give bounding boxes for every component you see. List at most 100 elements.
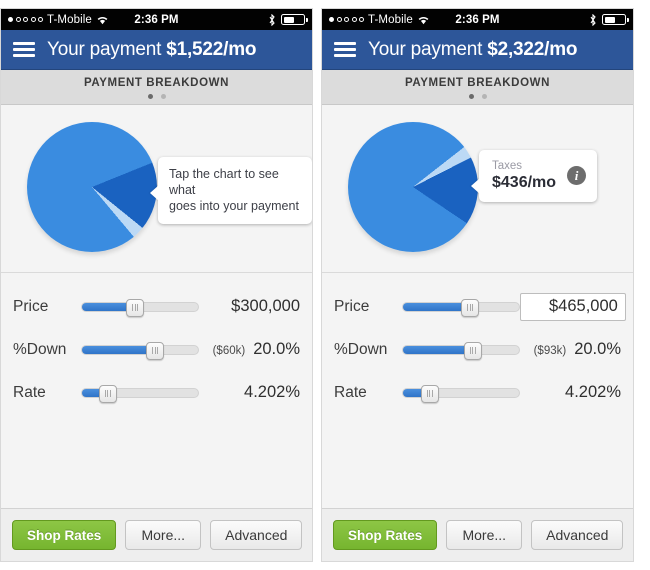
bottom-toolbar: Shop Rates More... Advanced [322,508,633,561]
slider-label-percent-down: %Down [334,340,388,358]
percent-down-slider-thumb[interactable] [146,341,165,360]
shop-rates-button[interactable]: Shop Rates [12,520,117,550]
pie-chart-slices[interactable] [348,122,478,252]
slider-label-price: Price [334,297,370,315]
down-payment-dollars: ($93k) [533,345,567,357]
tooltip-category-label: Taxes [492,160,523,172]
section-header: PAYMENT BREAKDOWN [1,70,312,105]
slider-row-price: Price $465,000 [334,285,626,328]
section-title: PAYMENT BREAKDOWN [83,77,229,89]
status-bar-right [268,13,308,26]
advanced-button[interactable]: Advanced [210,520,303,550]
chart-area: Tap the chart to see what goes into your… [1,105,312,273]
carrier-label: T-Mobile [368,13,413,26]
battery-icon [281,14,308,25]
slider-label-rate: Rate [334,383,367,401]
wifi-icon [96,15,109,25]
page-title: Your payment $2,322/mo [368,38,578,61]
percent-down-slider[interactable] [81,341,199,360]
battery-icon [602,14,629,25]
slider-row-rate: Rate 4.202% [13,371,302,414]
price-slider[interactable] [402,298,520,317]
slider-label-price: Price [13,297,49,315]
price-value: $300,000 [231,297,300,315]
chart-value-tooltip: Taxes $436/mo i [479,150,597,202]
percent-down-values: ($93k) 20.0% [520,340,623,359]
rate-value: 4.202% [565,383,621,401]
phone-screen-right: T-Mobile 2:36 PM Your payment $2,322/mo … [321,8,634,562]
tooltip-amount: $436/mo [492,174,557,191]
down-payment-dollars: ($60k) [212,345,246,357]
hint-line-1: Tap the chart to see what [169,167,279,197]
percent-down-value: 20.0% [574,340,621,358]
percent-down-value: 20.0% [253,340,300,358]
slider-row-rate: Rate 4.202% [334,371,623,414]
slider-row-percent-down: %Down ($93k) 20.0% [334,328,623,371]
more-button[interactable]: More... [125,520,202,550]
price-slider-thumb[interactable] [126,298,145,317]
status-bar-right [589,13,629,26]
nav-title-prefix: Your payment [368,38,488,60]
bluetooth-icon [268,13,276,26]
price-slider[interactable] [81,298,199,317]
price-values: $465,000 [520,292,628,321]
rate-slider-thumb[interactable] [420,384,439,403]
info-icon[interactable]: i [567,166,586,185]
dual-screenshot-stage: T-Mobile 2:36 PM Your payment $1,522/mo … [0,0,650,570]
bottom-toolbar: Shop Rates More... Advanced [1,508,312,561]
slider-row-percent-down: %Down ($60k) 20.0% [13,328,302,371]
page-indicator[interactable] [1,94,312,99]
page-indicator[interactable] [322,94,633,99]
signal-strength-icon [8,17,43,22]
status-bar: T-Mobile 2:36 PM [322,9,633,30]
more-button[interactable]: More... [446,520,523,550]
status-bar-left: T-Mobile [329,14,430,26]
page-dot-2[interactable] [481,94,487,99]
rate-slider[interactable] [81,384,199,403]
price-values: $300,000 [199,297,302,316]
page-title: Your payment $1,522/mo [47,38,257,61]
nav-bar: Your payment $1,522/mo [1,30,312,70]
nav-title-prefix: Your payment [47,38,167,60]
advanced-button[interactable]: Advanced [531,520,624,550]
slider-row-price: Price $300,000 [13,285,302,328]
slider-list: Price $300,000 %Down ($60k) 20.0% Rate 4… [1,273,312,508]
page-dot-1[interactable] [147,94,153,99]
rate-values: 4.202% [199,383,302,402]
pie-chart[interactable] [348,122,478,252]
pie-chart-slices[interactable] [27,122,157,252]
rate-slider-thumb[interactable] [98,384,117,403]
tooltip-text: Taxes $436/mo [492,159,567,192]
monthly-payment-amount: $1,522/mo [166,38,257,60]
slider-label-percent-down: %Down [13,340,67,358]
signal-strength-icon [329,17,364,22]
bluetooth-icon [589,13,597,26]
wifi-icon [417,15,430,25]
percent-down-values: ($60k) 20.0% [199,340,302,359]
hamburger-menu-icon[interactable] [13,42,35,57]
section-header: PAYMENT BREAKDOWN [322,70,633,105]
page-dot-2[interactable] [160,94,166,99]
section-title: PAYMENT BREAKDOWN [404,77,550,89]
pie-chart[interactable] [27,122,157,252]
carrier-label: T-Mobile [47,13,92,26]
nav-bar: Your payment $2,322/mo [322,30,633,70]
slider-label-rate: Rate [13,383,46,401]
rate-values: 4.202% [520,383,623,402]
hamburger-menu-icon[interactable] [334,42,356,57]
price-input[interactable]: $465,000 [520,292,626,321]
slider-list: Price $465,000 %Down ($93k) 20.0% Rate 4… [322,273,633,508]
status-bar: T-Mobile 2:36 PM [1,9,312,30]
percent-down-slider-thumb[interactable] [463,341,482,360]
page-dot-1[interactable] [468,94,474,99]
chart-hint-tooltip: Tap the chart to see what goes into your… [158,157,312,224]
percent-down-slider[interactable] [402,341,520,360]
monthly-payment-amount: $2,322/mo [487,38,578,60]
panel-gutter [313,0,321,570]
rate-slider[interactable] [402,384,520,403]
price-slider-thumb[interactable] [461,298,480,317]
shop-rates-button[interactable]: Shop Rates [333,520,438,550]
phone-screen-left: T-Mobile 2:36 PM Your payment $1,522/mo … [0,8,313,562]
hint-line-2: goes into your payment [169,199,299,213]
chart-area: Taxes $436/mo i [322,105,633,273]
